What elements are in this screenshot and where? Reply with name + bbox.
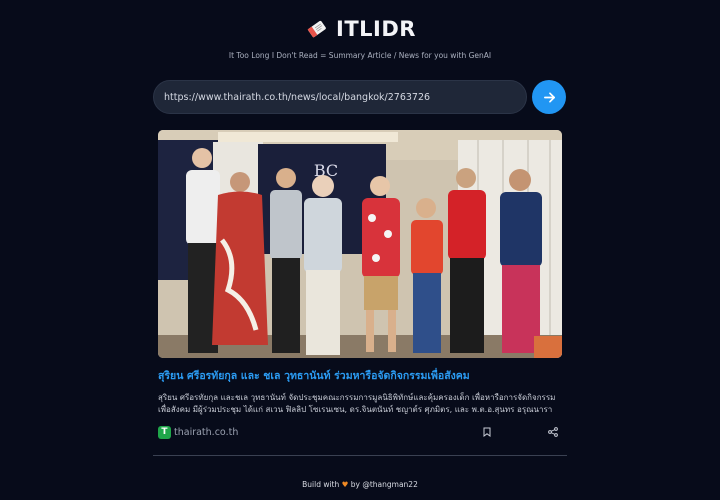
submit-button[interactable]	[532, 80, 566, 114]
url-input-container[interactable]	[153, 80, 527, 114]
url-input[interactable]	[164, 91, 526, 103]
article-image: BC	[158, 130, 562, 358]
app-name: ITLIDR	[336, 17, 416, 41]
source-name: thairath.co.th	[174, 426, 239, 438]
person-4	[304, 175, 342, 355]
share-icon[interactable]	[548, 427, 558, 438]
article-actions	[482, 427, 562, 438]
article-card: BC สุริยน ศรีอรทัยกุล และ ชเล วุทธานันท์…	[153, 130, 567, 440]
article-summary: สุริยน ศรีอรทัยกุล และชเล วุทธานันท์ จัด…	[158, 392, 556, 415]
person-3	[270, 168, 302, 353]
app-tagline: It Too Long I Don't Read = Summary Artic…	[228, 51, 492, 60]
person-6	[411, 198, 443, 353]
article-meta: T thairath.co.th	[153, 424, 567, 440]
heart-icon: ♥	[341, 480, 349, 489]
app-logo: ITLIDR	[0, 16, 720, 42]
divider	[153, 455, 567, 456]
person-7	[448, 168, 486, 353]
bookmark-icon[interactable]	[482, 427, 492, 438]
person-8	[500, 169, 542, 353]
logo-icon	[307, 20, 326, 38]
person-2	[212, 172, 268, 345]
article-title[interactable]: สุริยน ศรีอรทัยกุล และ ชเล วุทธานันท์ ร่…	[153, 370, 567, 384]
article-source[interactable]: T thairath.co.th	[158, 425, 239, 439]
footer-prefix: Build with	[302, 480, 340, 489]
footer-author[interactable]: by @thangman22	[351, 480, 418, 489]
footer: Build with ♥ by @thangman22	[0, 480, 720, 489]
arrow-right-icon	[543, 91, 555, 103]
source-logo-icon: T	[158, 425, 171, 439]
article-photo: BC	[158, 130, 562, 358]
